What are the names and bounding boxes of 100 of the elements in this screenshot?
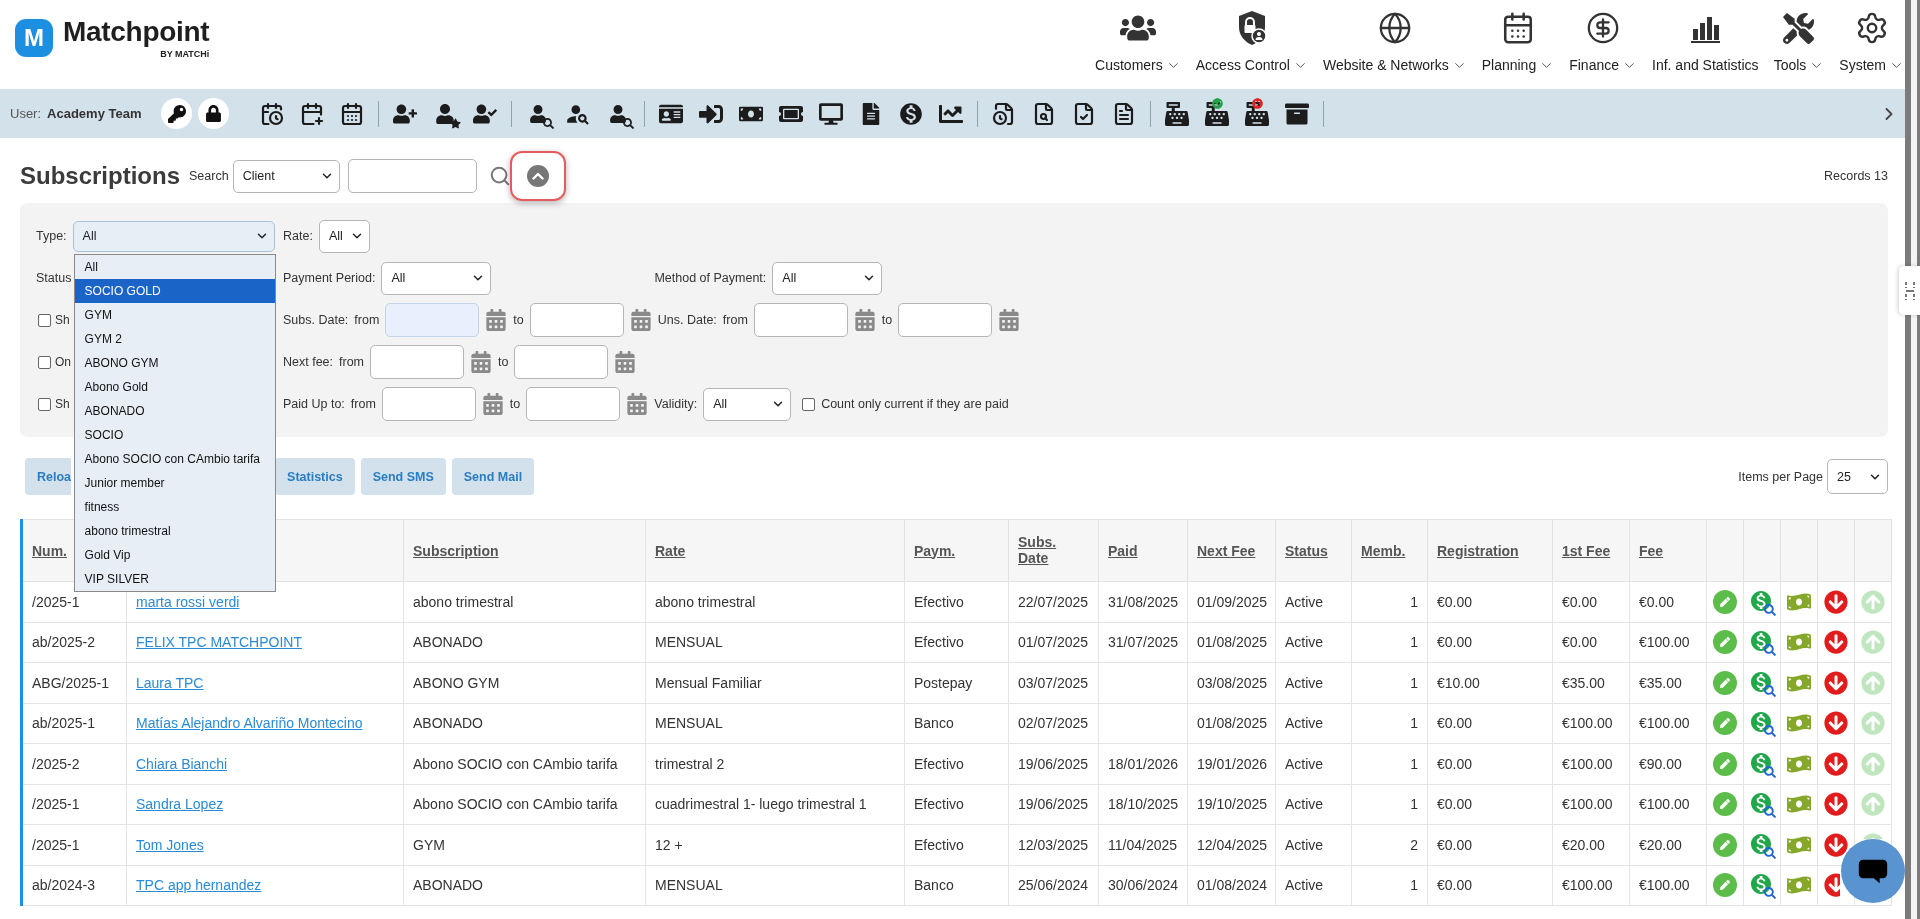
arrow-down-icon[interactable] (1824, 832, 1848, 857)
arrow-down-icon[interactable] (1824, 589, 1848, 614)
scrollbar[interactable] (1905, 0, 1920, 919)
type-select[interactable]: All (72, 220, 275, 252)
column-header[interactable]: Subscription (413, 542, 499, 559)
dollar-search-icon[interactable] (1749, 872, 1775, 899)
arrow-down-icon[interactable] (1824, 873, 1840, 898)
dropdown-option[interactable]: SOCIO (74, 422, 275, 447)
column-header[interactable]: Paid (1108, 542, 1138, 559)
calendar-clock-icon[interactable] (259, 100, 286, 127)
column-header[interactable]: Registration (1437, 542, 1519, 559)
table-cell: €100.00 (1552, 703, 1630, 744)
checkbox[interactable] (38, 313, 51, 327)
dollar-coin-icon[interactable] (898, 100, 925, 127)
nav-menu-item[interactable]: Access Control (1195, 0, 1308, 73)
date-field[interactable] (526, 387, 621, 421)
client-link[interactable]: Laura TPC (136, 674, 204, 691)
search-field[interactable] (347, 159, 477, 193)
validity-select[interactable]: All (703, 387, 792, 421)
table-cell: Abono SOCIO con CAmbio tarifa (403, 743, 646, 784)
date-field[interactable] (381, 387, 476, 421)
dollar-search-icon[interactable] (1749, 629, 1775, 656)
records-count: Records 13 (1824, 169, 1888, 183)
calendar-plus-icon[interactable] (299, 100, 326, 127)
table-cell: cuadrimestral 1- luego trimestral 1 (645, 784, 905, 825)
dollar-search-icon[interactable] (1749, 791, 1775, 818)
client-link[interactable]: Tom Jones (136, 836, 204, 853)
column-header[interactable]: Status (1285, 542, 1328, 559)
column-header[interactable]: Fee (1639, 542, 1664, 559)
dropdown-option[interactable]: Abono Gold (74, 374, 275, 399)
dropdown-option[interactable]: SOCIO GOLD (74, 278, 275, 303)
search-icon[interactable] (488, 165, 511, 187)
nav-menu-item[interactable]: Planning (1481, 0, 1555, 73)
arrow-down-icon[interactable] (1824, 711, 1848, 736)
cash-register-icon[interactable] (1164, 100, 1191, 127)
date-field[interactable] (753, 303, 848, 337)
nav-menu-item[interactable]: Finance (1569, 0, 1637, 73)
cash-register-cross-icon[interactable] (1244, 100, 1271, 127)
nav-menu-item[interactable]: Customers (1095, 0, 1181, 73)
payment-period-select[interactable]: All (381, 261, 492, 295)
dollar-search-icon[interactable] (1749, 710, 1775, 737)
column-header[interactable]: 1st Fee (1562, 542, 1611, 559)
arrow-down-icon[interactable] (1824, 751, 1848, 776)
date-field[interactable] (370, 345, 465, 379)
arrow-down-icon[interactable] (1824, 630, 1848, 655)
table-cell: ab/2024-3 (21, 865, 127, 906)
key-icon[interactable] (161, 98, 193, 129)
cash-register-check-icon[interactable] (1204, 100, 1231, 127)
dropdown-option[interactable]: ABONO GYM (74, 350, 275, 375)
monitor-icon[interactable] (818, 100, 845, 127)
column-header[interactable]: Rate (655, 542, 686, 559)
table-cell: €20.00 (1552, 824, 1630, 865)
lock-icon[interactable] (198, 98, 230, 129)
dropdown-option[interactable]: GYM 2 (74, 326, 275, 351)
nav-menu-item[interactable]: Tools (1773, 0, 1825, 73)
dropdown-option[interactable]: Junior member (74, 470, 275, 495)
nav-menu-item[interactable]: System (1839, 0, 1904, 73)
dropdown-option[interactable]: fitness (74, 494, 275, 519)
dropdown-option[interactable]: Gold Vip (74, 542, 275, 567)
column-header[interactable]: Next Fee (1197, 542, 1256, 559)
dropdown-option[interactable]: ABONADO (74, 398, 275, 423)
dollar-search-icon[interactable] (1749, 831, 1775, 858)
dropdown-option[interactable]: Abono SOCIO con CAmbio tarifa (74, 446, 275, 471)
payment-method-select[interactable]: All (772, 261, 883, 295)
filter-label: to (881, 313, 893, 327)
collapse-button[interactable] (526, 165, 549, 187)
table-cell: 18/10/2025 (1098, 784, 1188, 825)
chat-button[interactable] (1841, 839, 1905, 903)
checkbox[interactable] (38, 355, 51, 369)
rate-select[interactable]: All (318, 219, 370, 253)
column-header[interactable]: Paym. (914, 542, 956, 559)
arrow-down-icon[interactable] (1824, 792, 1848, 817)
globe-icon (1377, 11, 1412, 45)
checkbox[interactable] (38, 397, 51, 411)
client-link[interactable]: Chiara Bianchi (136, 755, 228, 772)
client-link[interactable]: TPC app hernandez (136, 877, 262, 894)
dollar-search-icon[interactable] (1749, 669, 1775, 696)
client-link[interactable]: marta rossi verdi (136, 593, 240, 610)
search-by-select[interactable]: Client (232, 159, 340, 193)
column-header[interactable]: Num. (32, 542, 67, 559)
items-per-page-select[interactable]: 25 (1827, 459, 1888, 494)
dropdown-option[interactable]: abono trimestral (74, 518, 275, 543)
table-cell: €35.00 (1629, 662, 1707, 703)
checkbox[interactable] (802, 397, 816, 411)
date-field[interactable] (514, 345, 609, 379)
side-tab[interactable] (1899, 266, 1920, 315)
client-link[interactable]: Sandra Lopez (136, 796, 224, 813)
date-field[interactable] (529, 303, 624, 337)
dollar-search-icon[interactable] (1749, 588, 1775, 615)
arrow-down-icon[interactable] (1824, 670, 1848, 695)
nav-menu-item[interactable]: Website & Networks (1322, 0, 1467, 73)
filter-label: Status (36, 271, 72, 285)
dropdown-option[interactable]: GYM (74, 302, 275, 327)
nav-menu-item[interactable]: Inf. and Statistics (1652, 0, 1759, 73)
date-field[interactable] (385, 303, 480, 337)
dollar-search-icon[interactable] (1749, 750, 1775, 777)
split-icon (1903, 279, 1916, 302)
date-field[interactable] (898, 303, 993, 337)
dropdown-option[interactable]: All (74, 254, 275, 279)
column-header[interactable]: Memb. (1361, 542, 1406, 559)
